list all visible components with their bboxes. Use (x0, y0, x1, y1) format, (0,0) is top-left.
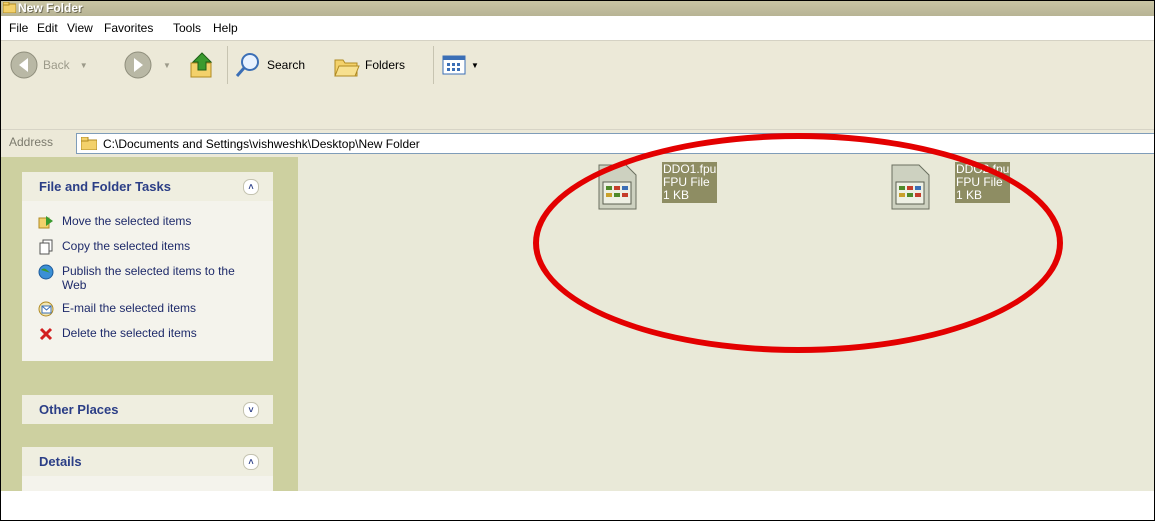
task-label: Copy the selected items (62, 239, 191, 253)
window-title: New Folder (18, 1, 83, 15)
collapse-icon[interactable]: ˄ (243, 454, 259, 470)
task-label: Move the selected items (62, 214, 192, 228)
folders-label: Folders (365, 58, 406, 72)
menu-edit[interactable]: Edit (37, 16, 58, 40)
menu-bar: File Edit View Favorites Tools Help (1, 16, 1154, 41)
delete-icon (39, 327, 53, 341)
move-icon (38, 216, 53, 229)
task-label: Publish the selected items to the Web (62, 264, 235, 292)
collapse-icon[interactable]: ˄ (243, 179, 259, 195)
explorer-window: New Folder File Edit View Favorites Tool… (0, 0, 1155, 521)
toolbar: Back ▼ ▼ Search Folders ▼ (1, 41, 1154, 129)
panel-title: File and Folder Tasks (39, 179, 171, 194)
task-publish[interactable]: Publish the selected items to the Web (38, 264, 263, 292)
address-path: C:\Documents and Settings\vishweshk\Desk… (103, 136, 420, 151)
other-places-header[interactable]: Other Places ˅ (22, 395, 273, 424)
views-icon (442, 55, 466, 75)
email-icon (38, 301, 54, 317)
file-folder-tasks-header[interactable]: File and Folder Tasks ˄ (22, 172, 273, 201)
folders-icon (334, 59, 360, 77)
panel-title: Details (39, 454, 82, 469)
menu-favorites[interactable]: Favorites (104, 16, 153, 40)
menu-help[interactable]: Help (213, 16, 238, 40)
menu-view[interactable]: View (67, 16, 93, 40)
title-bar[interactable]: New Folder (1, 1, 1154, 16)
up-button[interactable] (187, 41, 217, 89)
chevron-down-icon: ▼ (163, 60, 171, 70)
address-label: Address (9, 135, 54, 149)
back-arrow-icon (10, 51, 38, 79)
file-folder-tasks-panel: File and Folder Tasks ˄ Move the selecte… (22, 172, 273, 361)
toolbar-separator (227, 46, 228, 84)
chevron-down-icon: ▼ (471, 60, 479, 70)
task-delete[interactable]: Delete the selected items (38, 326, 263, 342)
copy-icon (39, 239, 53, 255)
expand-icon[interactable]: ˅ (243, 402, 259, 418)
back-label: Back (43, 58, 70, 72)
address-bar: Address C:\Documents and Settings\vishwe… (1, 129, 1154, 158)
search-button[interactable]: Search (233, 41, 305, 89)
task-label: E-mail the selected items (62, 301, 197, 315)
search-label: Search (267, 58, 306, 72)
menu-tools[interactable]: Tools (173, 16, 201, 40)
up-folder-icon (190, 52, 213, 78)
toolbar-separator (433, 46, 434, 84)
chevron-down-icon: ▼ (79, 60, 88, 70)
folders-button[interactable]: Folders (331, 41, 405, 89)
forward-button[interactable]: ▼ (123, 41, 171, 89)
blank-area (1, 491, 1154, 520)
task-label: Delete the selected items (62, 326, 197, 340)
forward-arrow-icon (124, 51, 152, 79)
task-move[interactable]: Move the selected items (38, 214, 263, 230)
search-icon (235, 53, 259, 77)
globe-icon (38, 264, 54, 280)
back-button[interactable]: Back ▼ (9, 41, 88, 89)
task-email[interactable]: E-mail the selected items (38, 301, 263, 317)
panel-title: Other Places (39, 402, 119, 417)
views-button[interactable]: ▼ (441, 41, 479, 89)
details-header[interactable]: Details ˄ (22, 447, 273, 476)
address-input[interactable]: C:\Documents and Settings\vishweshk\Desk… (76, 133, 1154, 154)
task-pane: File and Folder Tasks ˄ Move the selecte… (1, 157, 298, 510)
other-places-panel: Other Places ˅ (22, 395, 273, 424)
annotation-ellipse (533, 133, 1063, 353)
menu-file[interactable]: File (9, 16, 28, 40)
file-folder-tasks-body: Move the selected items Copy the selecte… (22, 201, 273, 361)
task-copy[interactable]: Copy the selected items (38, 239, 263, 255)
folder-icon (81, 137, 97, 150)
folder-icon (2, 1, 17, 16)
